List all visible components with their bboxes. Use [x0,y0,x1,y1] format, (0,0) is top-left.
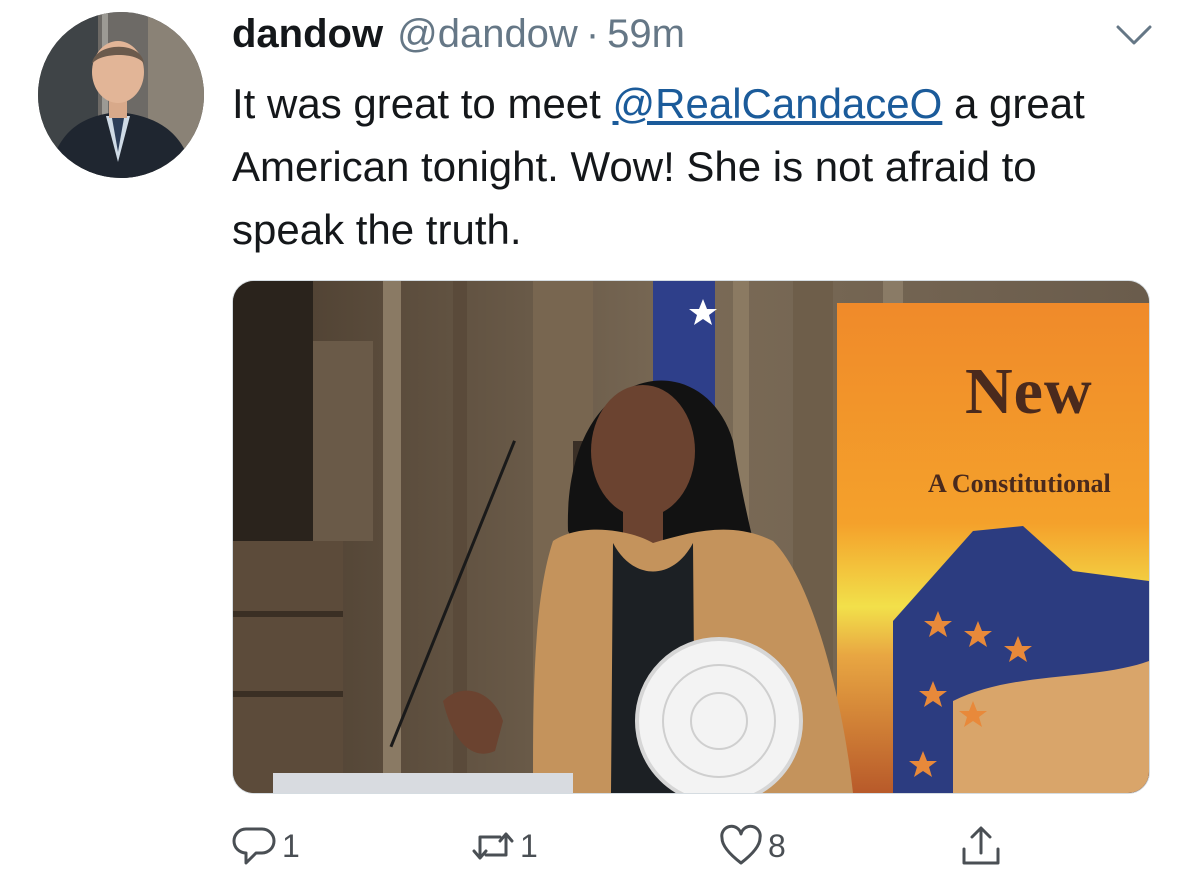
tweet-actions: 1 1 8 [232,818,1152,874]
share-button[interactable] [958,818,1004,874]
tweet-text-start: It was great to meet [232,80,613,127]
like-count: 8 [768,827,786,864]
mention-link[interactable]: @RealCandaceO [613,80,943,127]
chevron-down-icon[interactable] [1112,18,1156,52]
avatar[interactable] [38,12,204,178]
tweet-header: dandow @dandow · 59m [232,12,685,62]
avatar-image [38,12,204,178]
share-icon [962,826,1000,865]
heart-icon [720,824,762,865]
like-button[interactable]: 8 [718,818,786,874]
user-handle[interactable]: @dandow [397,12,578,57]
display-name[interactable]: dandow [232,12,383,57]
banner-subtitle: A Constitutional [928,469,1111,498]
banner-word: New [965,355,1093,428]
tweet[interactable]: dandow @dandow · 59m It was great to mee… [0,0,1200,878]
reply-button[interactable]: 1 [232,818,300,874]
separator-dot: · [585,12,600,56]
reply-count: 1 [282,827,300,864]
retweet-icon [472,832,514,860]
retweet-button[interactable]: 1 [470,818,538,874]
timestamp[interactable]: 59m [607,12,685,57]
retweet-count: 1 [520,827,538,864]
tweet-text: It was great to meet @RealCandaceO a gre… [232,72,1152,261]
tweet-photo[interactable]: New A Constitutional [232,280,1150,794]
reply-icon [232,827,276,865]
